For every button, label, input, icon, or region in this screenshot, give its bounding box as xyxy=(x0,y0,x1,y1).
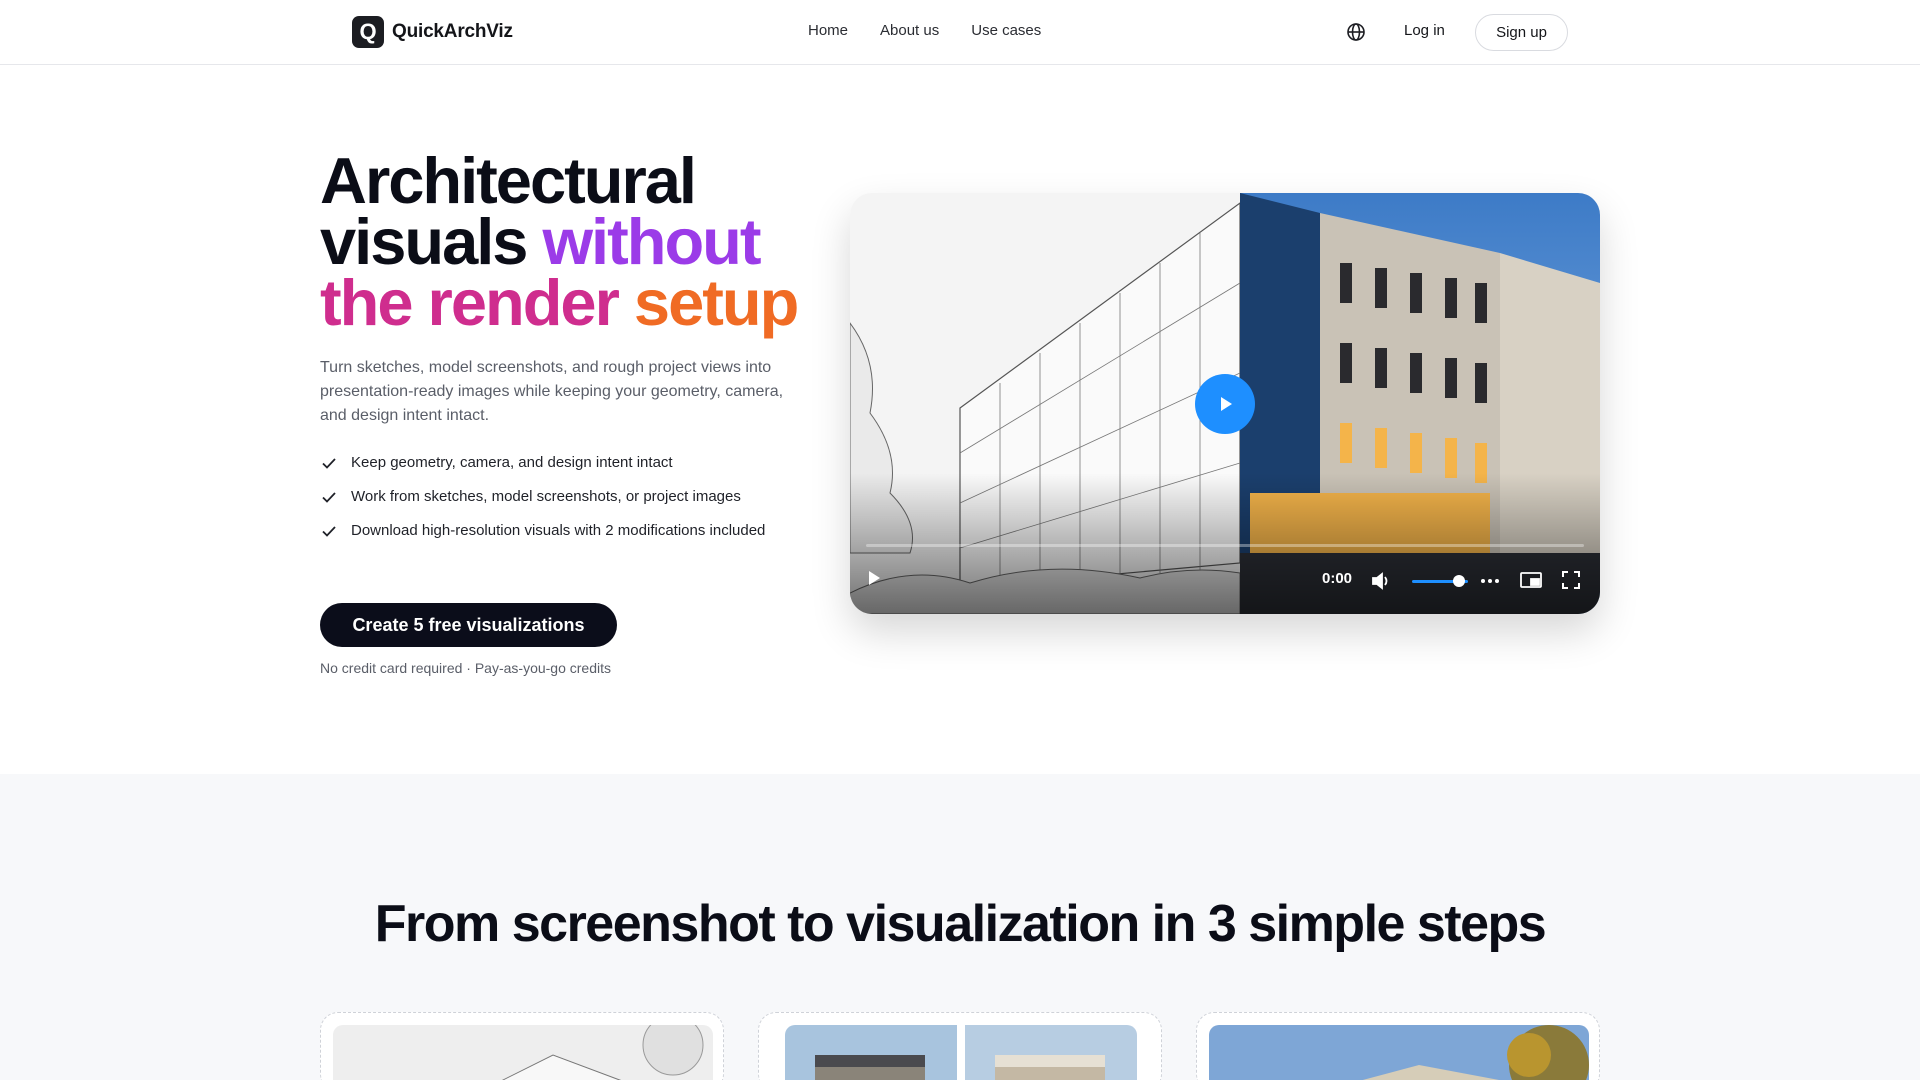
step-card xyxy=(1196,1012,1600,1080)
demo-video-player[interactable]: 0:00 xyxy=(850,193,1600,614)
check-icon xyxy=(322,526,336,537)
hero-subtitle: Turn sketches, model screenshots, and ro… xyxy=(320,359,784,424)
hero-title-line3b: setup xyxy=(633,266,799,339)
feature-checklist: Keep geometry, camera, and design intent… xyxy=(320,452,800,554)
nav-link-home[interactable]: Home xyxy=(808,22,848,39)
brand-logo-link[interactable]: Q QuickArchViz xyxy=(352,16,513,48)
step-image-final-render xyxy=(1209,1025,1589,1080)
video-time: 0:00 xyxy=(1322,570,1353,587)
hero-title-line3a: the render xyxy=(320,266,634,339)
check-icon xyxy=(322,492,336,503)
picture-in-picture-icon[interactable] xyxy=(1519,569,1543,594)
globe-icon[interactable] xyxy=(1344,20,1368,44)
login-link[interactable]: Log in xyxy=(1404,22,1445,39)
play-icon[interactable] xyxy=(864,568,884,591)
fullscreen-icon[interactable] xyxy=(1560,569,1582,594)
step-card xyxy=(320,1012,724,1080)
nav-link-about-us[interactable]: About us xyxy=(880,22,939,39)
checklist-item-label: Work from sketches, model screenshots, o… xyxy=(351,488,741,505)
brand-logo-icon: Q xyxy=(352,16,384,48)
brand-name: QuickArchViz xyxy=(392,21,513,42)
checklist-item: Download high-resolution visuals with 2 … xyxy=(320,520,800,541)
steps-title: From screenshot to visualization in 3 si… xyxy=(374,895,1547,953)
checklist-item: Work from sketches, model screenshots, o… xyxy=(320,486,800,507)
signup-button[interactable]: Sign up xyxy=(1475,14,1568,51)
play-icon[interactable] xyxy=(1195,374,1255,434)
top-nav: Q QuickArchViz Home About us Use cases L… xyxy=(0,0,1920,65)
nav-link-use-cases[interactable]: Use cases xyxy=(971,22,1041,39)
hero-title: Architectural visuals without the render… xyxy=(320,148,840,335)
more-icon[interactable] xyxy=(1478,570,1502,595)
step-image-sketch xyxy=(333,1025,713,1080)
nav-links: Home About us Use cases xyxy=(808,22,1041,39)
create-free-visualizations-button[interactable]: Create 5 free visualizations xyxy=(320,603,617,647)
step-card xyxy=(758,1012,1162,1080)
video-progress-bar[interactable] xyxy=(866,544,1584,547)
check-icon xyxy=(322,458,336,469)
checklist-item: Keep geometry, camera, and design intent… xyxy=(320,452,800,473)
volume-icon[interactable] xyxy=(1370,570,1392,595)
cta-note: No credit card required · Pay-as-you-go … xyxy=(320,660,612,676)
checklist-item-label: Download high-resolution visuals with 2 … xyxy=(351,522,766,539)
checklist-item-label: Keep geometry, camera, and design intent… xyxy=(351,454,673,471)
step-image-variations xyxy=(785,1025,1137,1080)
volume-slider-knob[interactable] xyxy=(1453,575,1465,587)
steps-section: From screenshot to visualization in 3 si… xyxy=(0,774,1920,1080)
video-controls: 0:00 xyxy=(850,548,1600,614)
